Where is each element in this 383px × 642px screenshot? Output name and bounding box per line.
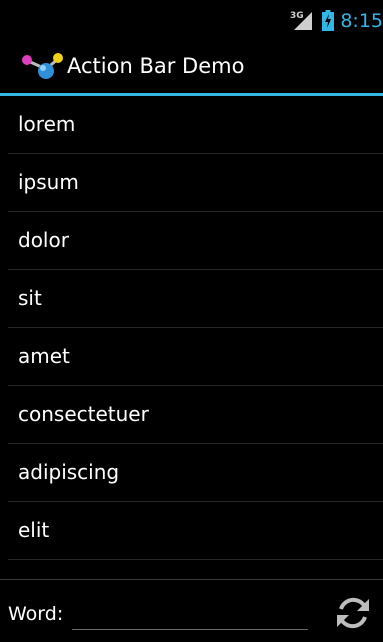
list-item-label: amet — [18, 344, 70, 368]
list-item[interactable]: adipiscing — [8, 444, 383, 502]
list-item-label: dolor — [18, 228, 69, 252]
list-item[interactable]: ipsum — [8, 154, 383, 212]
list-item[interactable]: consectetuer — [8, 386, 383, 444]
list-item[interactable]: dolor — [8, 212, 383, 270]
word-input[interactable] — [72, 598, 308, 630]
word-label: Word: — [8, 603, 64, 625]
list-item-label: consectetuer — [18, 402, 149, 426]
list-item-label: lorem — [18, 112, 76, 136]
word-list: lorem ipsum dolor sit amet consectetuer … — [8, 96, 383, 560]
list-item[interactable]: sit — [8, 270, 383, 328]
signal-icon — [294, 12, 312, 30]
list-item-label: ipsum — [18, 170, 79, 194]
list-item[interactable]: lorem — [8, 96, 383, 154]
battery-charging-icon — [322, 10, 334, 31]
list-item[interactable]: amet — [8, 328, 383, 386]
status-time: 8:15 — [340, 10, 383, 32]
bottom-divider — [0, 579, 383, 580]
screen: 3G 8:15 Action Bar Demo lorem ipsum dolo… — [0, 0, 383, 642]
refresh-icon[interactable] — [333, 593, 373, 633]
action-bar: Action Bar Demo — [0, 36, 383, 96]
action-bar-title: Action Bar Demo — [67, 54, 245, 78]
list-item-label: sit — [18, 286, 42, 310]
status-bar: 3G 8:15 — [0, 0, 383, 36]
list-item[interactable]: elit — [8, 502, 383, 560]
list-item-label: elit — [18, 518, 50, 542]
app-logo-icon[interactable] — [20, 51, 66, 85]
list-item-label: adipiscing — [18, 460, 120, 484]
